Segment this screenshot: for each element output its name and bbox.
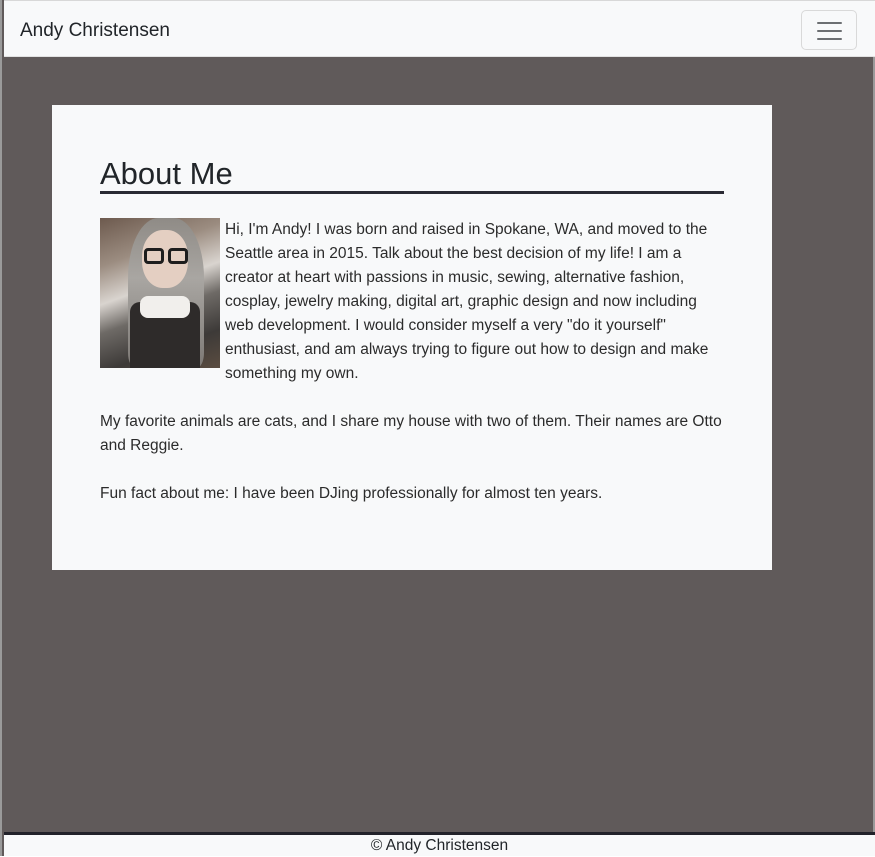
footer-copyright: © Andy Christensen (370, 837, 509, 854)
about-card: About Me Hi, I'm Andy! I was born and ra… (52, 105, 772, 570)
footer: © Andy Christensen (4, 832, 875, 856)
navbar: Andy Christensen (4, 0, 875, 57)
about-content: Hi, I'm Andy! I was born and raised in S… (100, 218, 724, 530)
navbar-toggle-button[interactable] (801, 10, 857, 50)
hamburger-menu-icon (817, 21, 842, 41)
page-title: About Me (100, 157, 724, 194)
about-paragraph-3: Fun fact about me: I have been DJing pro… (100, 485, 603, 502)
profile-photo (100, 218, 220, 368)
navbar-brand[interactable]: Andy Christensen (20, 19, 170, 43)
about-paragraph-2: My favorite animals are cats, and I shar… (100, 413, 722, 454)
browser-viewport: Andy Christensen About Me Hi, I'm Andy! … (0, 0, 875, 856)
